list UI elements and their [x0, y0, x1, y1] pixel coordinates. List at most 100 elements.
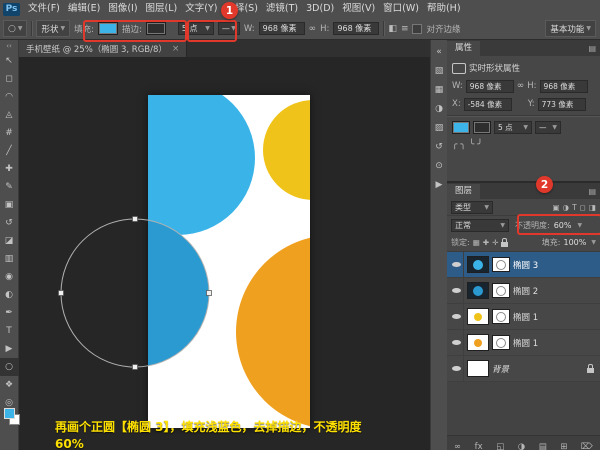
menu-item[interactable]: 视图(V) [338, 0, 379, 18]
history-panel-icon[interactable]: ↺ [431, 137, 448, 156]
blend-mode-dropdown[interactable]: 正常 ▼ [451, 219, 509, 232]
prop-stroke-style-dropdown[interactable]: — ▼ [535, 121, 561, 134]
vector-mask-thumbnail[interactable] [492, 283, 510, 298]
filter-adjustment-layers-icon[interactable]: ◑ [563, 203, 570, 212]
workspace-switcher[interactable]: 基本功能 ▼ [545, 20, 596, 37]
shape-width-field[interactable]: 968 像素 [259, 22, 305, 35]
prop-x-field[interactable]: -584 像素 [464, 98, 512, 111]
vector-mask-thumbnail[interactable] [492, 335, 510, 350]
stroke-width-field[interactable]: 5 点 ▼ [178, 22, 214, 35]
layer-row[interactable]: 椭圆 1 [447, 304, 600, 330]
layer-thumbnail[interactable] [467, 334, 489, 351]
stroke-color-swatch[interactable] [146, 22, 166, 35]
blur-tool[interactable]: ◉ [0, 268, 19, 286]
vector-mask-thumbnail[interactable] [492, 257, 510, 272]
adjustment-layer-icon[interactable]: ◑ [518, 442, 525, 450]
foreground-color-swatch[interactable] [4, 408, 15, 419]
color-panel-icon[interactable]: ▧ [431, 61, 448, 80]
layer-thumbnail[interactable] [467, 360, 489, 377]
history-brush-tool[interactable]: ↺ [0, 214, 19, 232]
prop-y-field[interactable]: 773 像素 [538, 98, 586, 111]
shape-height-field[interactable]: 968 像素 [333, 22, 379, 35]
clone-stamp-tool[interactable]: ▣ [0, 196, 19, 214]
link-dimensions-icon[interactable]: ∞ [517, 81, 525, 91]
layer-row[interactable]: 椭圆 2 [447, 278, 600, 304]
tab-layers[interactable]: 图层 [447, 184, 480, 199]
fill-color-swatch[interactable] [98, 22, 118, 35]
path-operations-icon[interactable]: ◧ [388, 24, 397, 34]
menu-item[interactable]: 文字(Y) [181, 0, 221, 18]
stroke-style-dropdown[interactable]: — ▼ [218, 22, 240, 35]
path-alignment-icon[interactable]: ≡ [401, 24, 409, 34]
prop-h-field[interactable]: 968 像素 [540, 80, 588, 93]
tab-properties[interactable]: 属性 [447, 41, 480, 56]
close-icon[interactable]: × [172, 44, 180, 54]
lock-transparency-icon[interactable]: ▦ [473, 238, 480, 247]
corner-bottom-left-icon[interactable]: ╰ [469, 140, 474, 150]
layer-visibility-toggle[interactable] [449, 304, 464, 329]
layer-visibility-toggle[interactable] [449, 278, 464, 303]
layer-visibility-toggle[interactable] [449, 252, 464, 277]
brush-tool[interactable]: ✎ [0, 178, 19, 196]
layer-thumbnail[interactable] [467, 256, 489, 273]
opacity-value[interactable]: 60% [554, 221, 572, 230]
new-layer-icon[interactable]: ⊞ [560, 442, 567, 450]
adjustments-panel-icon[interactable]: ◑ [431, 99, 448, 118]
layer-row[interactable]: 椭圆 3 [447, 252, 600, 278]
menu-item[interactable]: 滤镜(T) [262, 0, 302, 18]
menu-item[interactable]: 图层(L) [142, 0, 182, 18]
align-edges-checkbox[interactable] [412, 24, 422, 34]
layer-name[interactable]: 椭圆 1 [513, 311, 538, 323]
vector-mask-thumbnail[interactable] [492, 309, 510, 324]
shape-tool[interactable]: ○ [0, 358, 19, 376]
panel-menu-icon[interactable]: ▤ [588, 187, 596, 196]
hand-tool[interactable]: ❖ [0, 376, 19, 394]
move-tool[interactable]: ↖ [0, 52, 19, 70]
prop-stroke-swatch[interactable] [473, 121, 491, 134]
layer-row[interactable]: 背景 [447, 356, 600, 382]
layer-filter-dropdown[interactable]: 类型 ▼ [451, 201, 493, 214]
menu-item[interactable]: 窗口(W) [379, 0, 423, 18]
menu-item[interactable]: 3D(D) [302, 0, 338, 18]
menu-item[interactable]: 图像(I) [104, 0, 141, 18]
marquee-tool[interactable]: ◻ [0, 70, 19, 88]
filter-shape-layers-icon[interactable]: ◻ [580, 203, 586, 212]
layer-thumbnail[interactable] [467, 308, 489, 325]
lasso-tool[interactable]: ◠ [0, 88, 19, 106]
pen-tool[interactable]: ✒ [0, 304, 19, 322]
add-mask-icon[interactable]: ◱ [496, 442, 504, 450]
actions-panel-icon[interactable]: ▶ [431, 175, 448, 194]
styles-panel-icon[interactable]: ▨ [431, 118, 448, 137]
swatches-panel-icon[interactable]: ▦ [431, 80, 448, 99]
type-tool[interactable]: T [0, 322, 19, 340]
menu-item[interactable]: 编辑(E) [64, 0, 104, 18]
link-dimensions-icon[interactable]: ∞ [309, 24, 317, 34]
prop-fill-swatch[interactable] [452, 121, 470, 134]
info-panel-icon[interactable]: ⊙ [431, 156, 448, 175]
lock-all-icon[interactable] [501, 242, 508, 247]
layer-name[interactable]: 椭圆 3 [513, 259, 538, 271]
tool-preset-picker[interactable]: ○ ▼ [3, 20, 27, 37]
quick-selection-tool[interactable]: ◬ [0, 106, 19, 124]
menu-item[interactable]: 文件(F) [24, 0, 64, 18]
delete-layer-icon[interactable]: ⌦ [581, 442, 593, 450]
healing-brush-tool[interactable]: ✚ [0, 160, 19, 178]
dodge-tool[interactable]: ◐ [0, 286, 19, 304]
layer-style-icon[interactable]: fx [475, 442, 483, 450]
filter-type-layers-icon[interactable]: T [572, 203, 577, 212]
prop-stroke-width-field[interactable]: 5 点 ▼ [494, 121, 532, 134]
document-tab[interactable]: 手机壁纸 @ 25%（椭圆 3, RGB/8） × [19, 40, 187, 57]
collapse-panels-icon[interactable]: « [431, 42, 448, 61]
layer-thumbnail[interactable] [467, 282, 489, 299]
prop-w-field[interactable]: 968 像素 [466, 80, 514, 93]
eraser-tool[interactable]: ◪ [0, 232, 19, 250]
filter-pixel-layers-icon[interactable]: ▣ [552, 203, 559, 212]
lock-pixels-icon[interactable]: ✚ [483, 238, 489, 247]
layer-fill-value[interactable]: 100% [564, 238, 587, 247]
layer-name[interactable]: 背景 [492, 363, 509, 375]
layer-name[interactable]: 椭圆 2 [513, 285, 538, 297]
eyedropper-tool[interactable]: ╱ [0, 142, 19, 160]
layer-group-icon[interactable]: ▤ [539, 442, 547, 450]
layer-row[interactable]: 椭圆 1 [447, 330, 600, 356]
filter-smart-objects-icon[interactable]: ◨ [589, 203, 596, 212]
